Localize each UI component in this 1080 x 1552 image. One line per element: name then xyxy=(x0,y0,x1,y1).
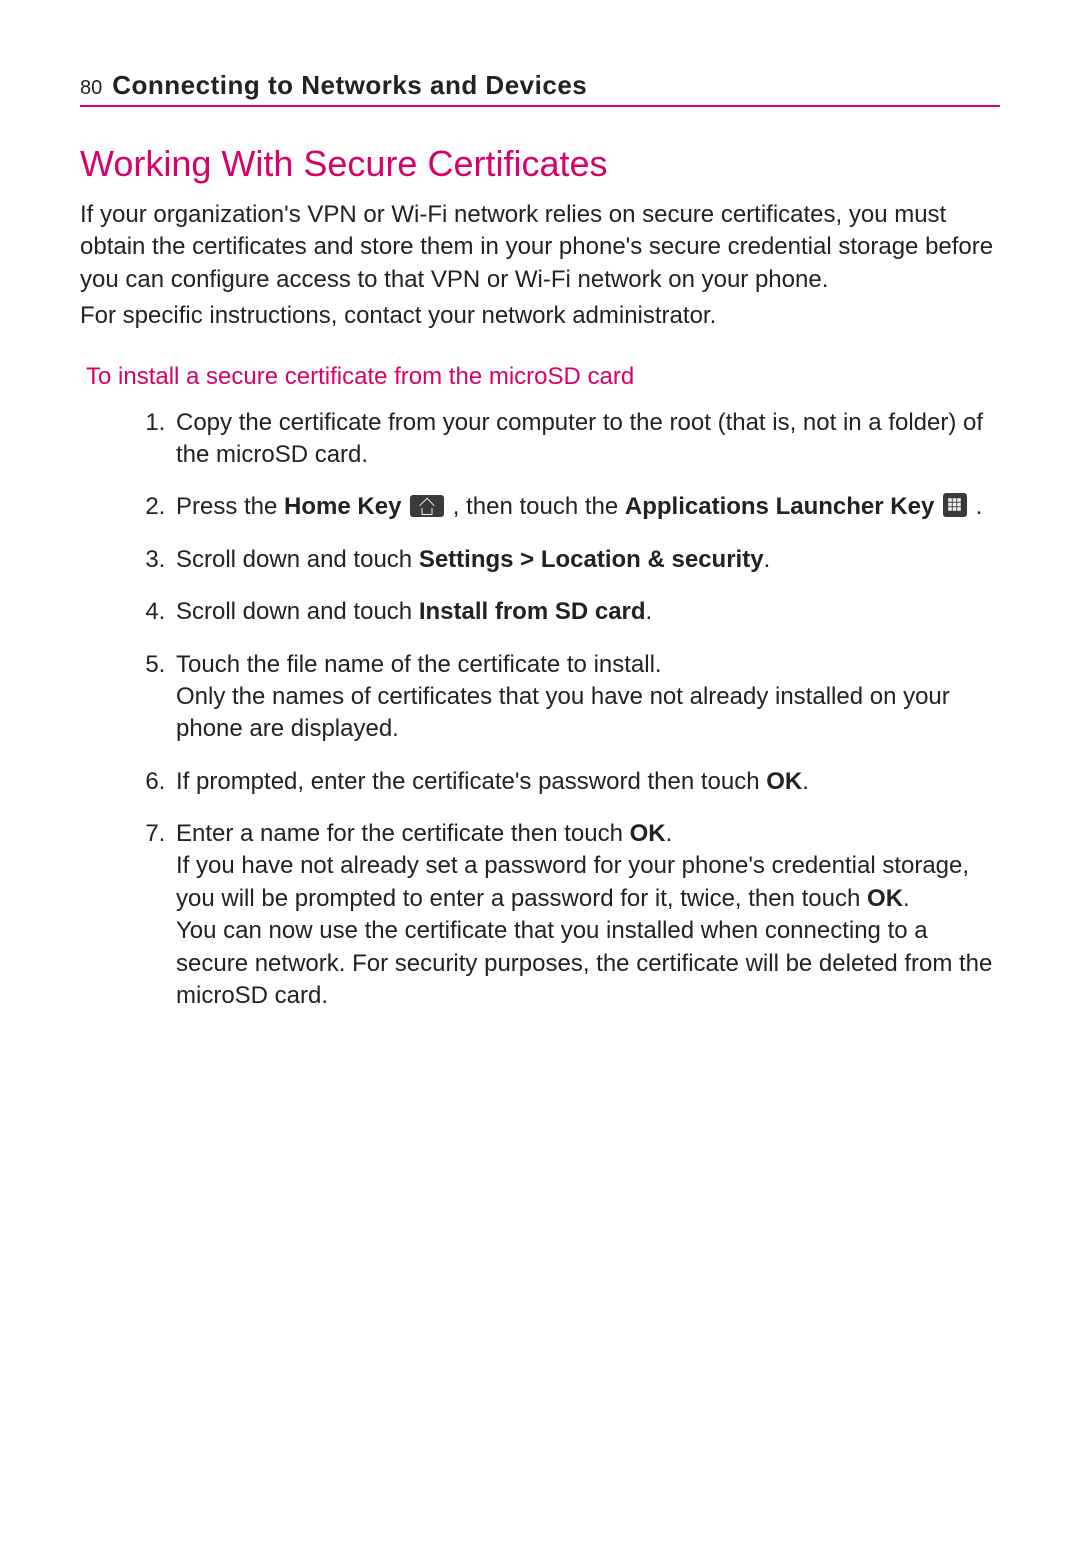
step-6: If prompted, enter the certificate's pas… xyxy=(172,766,1000,798)
step-text: . xyxy=(764,546,771,573)
home-key-icon xyxy=(410,495,444,517)
step-2: Press the Home Key , then touch the Appl… xyxy=(172,491,1000,523)
step-text: Only the names of certificates that you … xyxy=(176,683,950,742)
step-7: Enter a name for the certificate then to… xyxy=(172,818,1000,1012)
step-text: Enter a name for the certificate then to… xyxy=(176,820,630,847)
menu-path: Settings > Location & security xyxy=(419,546,764,573)
step-text: You can now use the certificate that you… xyxy=(176,917,992,1009)
chapter-title: Connecting to Networks and Devices xyxy=(112,70,587,101)
home-key-label: Home Key xyxy=(284,493,401,520)
step-text: Scroll down and touch xyxy=(176,546,419,573)
intro-paragraph-2: For specific instructions, contact your … xyxy=(80,300,1000,332)
step-text: . xyxy=(903,885,910,912)
menu-item: Install from SD card xyxy=(419,598,646,625)
ok-label: OK xyxy=(867,885,903,912)
section-subheading: To install a secure certificate from the… xyxy=(86,363,1000,391)
step-text: . xyxy=(666,820,673,847)
step-text: . xyxy=(802,768,809,795)
manual-page: 80 Connecting to Networks and Devices Wo… xyxy=(0,0,1080,1552)
page-header: 80 Connecting to Networks and Devices xyxy=(80,70,1000,107)
page-number: 80 xyxy=(80,77,102,100)
step-1: Copy the certificate from your computer … xyxy=(172,407,1000,472)
intro-paragraph-1: If your organization's VPN or Wi-Fi netw… xyxy=(80,199,1000,296)
apps-launcher-key-icon xyxy=(943,493,967,517)
ok-label: OK xyxy=(630,820,666,847)
step-text: Scroll down and touch xyxy=(176,598,419,625)
step-4: Scroll down and touch Install from SD ca… xyxy=(172,596,1000,628)
instruction-list: Copy the certificate from your computer … xyxy=(80,407,1000,1013)
step-text: If you have not already set a password f… xyxy=(176,852,969,911)
step-text: , then touch the xyxy=(446,493,625,520)
step-text: Touch the file name of the certificate t… xyxy=(176,651,662,678)
step-5: Touch the file name of the certificate t… xyxy=(172,649,1000,746)
ok-label: OK xyxy=(766,768,802,795)
step-text: Copy the certificate from your computer … xyxy=(176,409,983,468)
step-text: If prompted, enter the certificate's pas… xyxy=(176,768,766,795)
page-title: Working With Secure Certificates xyxy=(80,143,1000,185)
step-text: . xyxy=(969,493,982,520)
step-text: . xyxy=(646,598,653,625)
step-text: Press the xyxy=(176,493,284,520)
step-3: Scroll down and touch Settings > Locatio… xyxy=(172,544,1000,576)
apps-launcher-key-label: Applications Launcher Key xyxy=(625,493,934,520)
